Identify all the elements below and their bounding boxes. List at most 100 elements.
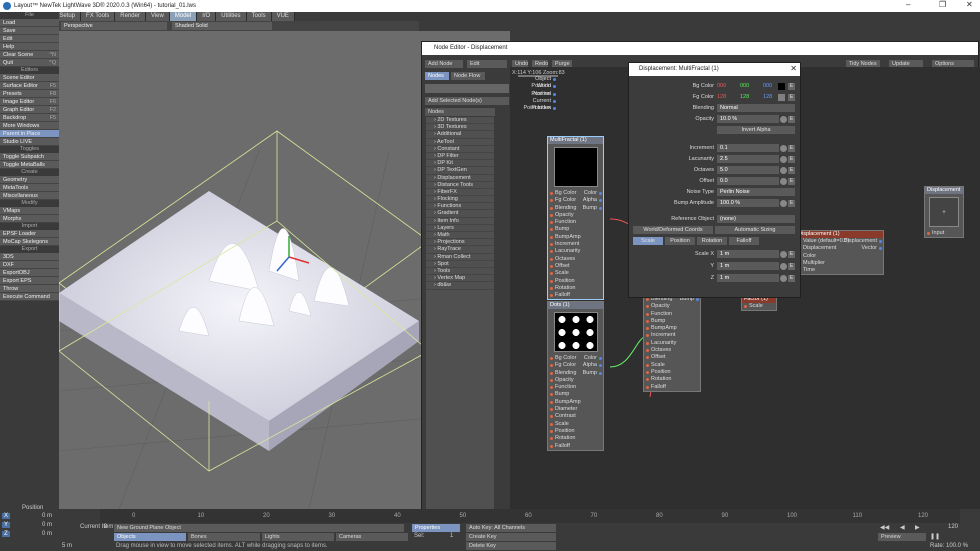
sidebar-item-3ds[interactable]: 3DS: [0, 253, 59, 261]
output-port-color[interactable]: Color: [583, 355, 603, 362]
output-port-vector[interactable]: Vector: [844, 245, 883, 252]
sidebar-item-more-windows[interactable]: More Windows: [0, 122, 59, 130]
bump-amplitude-texture-icon[interactable]: [780, 200, 787, 207]
sidebar-item-load[interactable]: Load: [0, 19, 59, 27]
node-category-flocking[interactable]: › Flocking: [426, 196, 494, 204]
node-category-distance-tools[interactable]: › Distance Tools: [426, 182, 494, 189]
fg-color-b[interactable]: 128: [763, 93, 772, 102]
panel-close-icon[interactable]: ✕: [790, 64, 797, 73]
sidebar-item-metatools[interactable]: MetaTools: [0, 184, 59, 192]
world-deformed-coords-button[interactable]: World/Deformed Coords: [633, 226, 713, 234]
sidebar-item-image-editor[interactable]: Image Editor F6: [0, 98, 59, 106]
tab-rotation[interactable]: Rotation: [697, 237, 727, 245]
input-port-function[interactable]: Function: [644, 311, 700, 318]
sidebar-item-graph-editor[interactable]: Graph Editor F2: [0, 106, 59, 114]
lights-button[interactable]: Lights: [262, 533, 334, 541]
node-category-rman-collect[interactable]: › Rman Collect: [426, 254, 494, 261]
opacity-field[interactable]: 10.0 %: [717, 115, 779, 123]
sidebar-item-parent-in-place[interactable]: Parent in Place: [0, 130, 59, 138]
fg-color-swatch[interactable]: [778, 94, 785, 101]
displacement-output-node[interactable]: Displacement + Input: [924, 186, 964, 239]
fg-color-g[interactable]: 128: [740, 93, 749, 102]
scale-x-field[interactable]: 1 m: [717, 250, 779, 258]
sidebar-item-mocap-skelegons[interactable]: MoCap Skelegons: [0, 238, 59, 246]
tab-i-o[interactable]: I/O: [197, 12, 217, 21]
output-port-color[interactable]: Color: [583, 190, 603, 197]
sidebar-item-save[interactable]: Save: [0, 27, 59, 35]
automatic-sizing-button[interactable]: Automatic Sizing: [715, 226, 795, 234]
output-port-bump[interactable]: Bump: [583, 205, 603, 212]
pause-icon[interactable]: ❚❚: [930, 533, 940, 540]
lacunarity-field[interactable]: 2.5: [717, 155, 779, 163]
bg-color-envelope-icon[interactable]: E: [788, 83, 795, 90]
minimize-icon[interactable]: –: [906, 0, 910, 9]
output-port-world-position[interactable]: World Position: [519, 83, 557, 97]
input-port-bumpamp[interactable]: BumpAmp: [644, 325, 700, 332]
add-selected-nodes-button[interactable]: Add Selected Node(s): [425, 97, 509, 105]
input-port-contrast[interactable]: Contrast: [548, 413, 603, 420]
bones-button[interactable]: Bones: [188, 533, 260, 541]
node-category-dp-filter[interactable]: › DP Filter: [426, 153, 494, 161]
octaves-texture-icon[interactable]: [780, 167, 787, 174]
tab-tools[interactable]: Tools: [246, 12, 272, 21]
node-category-item-info[interactable]: › Item Info: [426, 218, 494, 225]
input-port-bump[interactable]: Bump: [548, 226, 603, 233]
output-port-point-index[interactable]: Point Index: [519, 105, 557, 112]
output-port-displacement[interactable]: Displacement: [844, 238, 883, 245]
sidebar-item-miscellaneous[interactable]: Miscellaneous: [0, 192, 59, 200]
invert-alpha-button[interactable]: Invert Alpha: [717, 126, 795, 134]
frame-ruler[interactable]: 0 10 20 30 40 50 60 70 80 90 100 110 120: [100, 509, 960, 523]
displacement-input-node[interactable]: Displacement (1) Value (default=0.5) Displ…: [795, 230, 884, 276]
input-port-position[interactable]: Position: [644, 369, 700, 376]
input-port-rotation[interactable]: Rotation: [548, 285, 603, 292]
sidebar-item-epsf-loader[interactable]: EPSF Loader: [0, 230, 59, 238]
bg-color-g[interactable]: 000: [740, 82, 749, 91]
tab-node-flow[interactable]: Node Flow: [451, 72, 485, 80]
input-port-falloff[interactable]: Falloff: [644, 384, 700, 391]
output-port-object-position[interactable]: Object Position: [519, 76, 557, 89]
output-port-bump[interactable]: Bump: [583, 370, 603, 377]
node-category-layers[interactable]: › Layers: [426, 225, 494, 232]
scale-z-envelope-icon[interactable]: E: [788, 275, 795, 282]
tab-view[interactable]: View: [145, 12, 170, 21]
step-back-icon[interactable]: ◀: [900, 524, 905, 531]
output-port-alpha[interactable]: Alpha: [583, 197, 603, 204]
sidebar-item-presets[interactable]: Presets F8: [0, 90, 59, 98]
node-category-2d-textures[interactable]: › 2D Textures: [426, 117, 494, 125]
sidebar-item-dxf[interactable]: DXF: [0, 261, 59, 269]
blending-dropdown[interactable]: Normal: [717, 104, 795, 112]
coord-value-y[interactable]: 0 m: [42, 522, 52, 528]
scale-z-field[interactable]: 1 m: [717, 274, 779, 282]
properties-button[interactable]: Properties: [412, 524, 460, 532]
input-port-scale[interactable]: Scale: [644, 362, 700, 369]
rewind-icon[interactable]: ◀◀: [880, 524, 889, 531]
input-port-bumpamp[interactable]: BumpAmp: [548, 234, 603, 241]
view-mode-dropdown[interactable]: Perspective: [61, 22, 167, 30]
tab-falloff[interactable]: Falloff: [729, 237, 759, 245]
input-port-falloff[interactable]: Falloff: [548, 443, 603, 450]
input-port-increment[interactable]: Increment: [548, 241, 603, 248]
sidebar-item-edit[interactable]: Edit: [0, 35, 59, 43]
bg-color-r[interactable]: 000: [717, 82, 726, 91]
scale-y-envelope-icon[interactable]: E: [788, 263, 795, 270]
shading-dropdown[interactable]: Shaded Solid: [172, 22, 272, 30]
sidebar-item-clear-scene[interactable]: Clear Scene ^N: [0, 51, 59, 59]
sidebar-item-throw[interactable]: Throw: [0, 285, 59, 293]
input-node[interactable]: Object Position World Position Normal Curre…: [518, 75, 558, 111]
offset-envelope-icon[interactable]: E: [788, 178, 795, 185]
dots-node[interactable]: Dots (1) Bg Color Fg Color Blending Opacity F…: [547, 301, 604, 451]
add-node-button[interactable]: Add Node: [425, 60, 463, 68]
play-icon[interactable]: ▶: [915, 524, 920, 531]
input-port-lacunarity[interactable]: Lacunarity: [644, 340, 700, 347]
sidebar-item-surface-editor[interactable]: Surface Editor F5: [0, 82, 59, 90]
partial-texture-node[interactable]: Blending Opacity Function Bump BumpAmp Increm…: [643, 295, 701, 392]
node-category-fiberfx[interactable]: › FiberFX: [426, 189, 494, 197]
tab-vue[interactable]: VUE: [271, 12, 295, 21]
cameras-button[interactable]: Cameras: [336, 533, 408, 541]
input-port-scale[interactable]: Scale: [548, 270, 603, 277]
input-port-bump[interactable]: Bump: [644, 318, 700, 325]
node-category-spot[interactable]: › Spot: [426, 261, 494, 268]
reference-object-dropdown[interactable]: (none): [717, 215, 795, 223]
input-port-rotation[interactable]: Rotation: [548, 435, 603, 442]
tab-utilities[interactable]: Utilities: [216, 12, 247, 21]
